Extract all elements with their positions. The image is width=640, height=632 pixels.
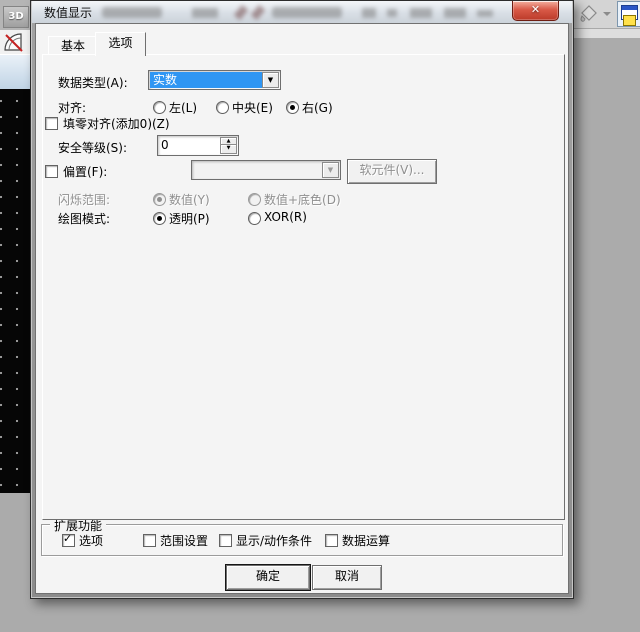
fill-color-dropdown-icon[interactable] (603, 12, 611, 20)
flash-range-label: 闪烁范围: (58, 191, 110, 208)
drawing-canvas[interactable] (0, 89, 33, 493)
titlebar-glass-blur (444, 8, 466, 18)
draw-mode-label: 绘图模式: (58, 210, 110, 227)
radio-align-center-label[interactable]: 中央(E) (232, 99, 273, 116)
data-type-label: 数据类型(A): (58, 74, 128, 91)
window-preview-icon (621, 5, 638, 20)
combo-arrow-icon[interactable]: ▼ (262, 72, 279, 88)
titlebar-glass-blur (192, 8, 218, 18)
ext-operation-label[interactable]: 数据运算 (342, 532, 390, 549)
extended-functions-group: 扩展功能 ✓ 选项 范围设置 显示/动作条件 数据运算 (41, 524, 563, 556)
window-preview-button[interactable] (617, 1, 640, 27)
radio-flash-value (153, 193, 166, 206)
close-icon: ✕ (531, 3, 540, 16)
options-tab-page: 数据类型(A): 实数 ▼ 对齐: 左(L) 中央(E) 右(G) 填零对齐(添… (42, 54, 565, 520)
tab-basic[interactable]: 基本 (48, 36, 98, 55)
radio-flash-value-bg (248, 193, 261, 206)
titlebar-glass-blur (387, 9, 397, 17)
titlebar-glass-blur (272, 7, 342, 18)
fill-color-icon[interactable] (578, 4, 600, 24)
dialog-title: 数值显示 (44, 4, 92, 21)
data-type-combobox[interactable]: 实数 ▼ (148, 70, 281, 90)
titlebar-glass-blur (477, 10, 493, 17)
offset-combobox: ▼ (191, 160, 341, 180)
ext-options-label[interactable]: 选项 (79, 532, 103, 549)
cancel-button[interactable]: 取消 (312, 565, 382, 590)
radio-align-right[interactable] (286, 101, 299, 114)
data-type-value: 实数 (150, 72, 263, 88)
radio-align-center[interactable] (216, 101, 229, 114)
check-icon: ✓ (63, 532, 72, 545)
radio-flash-value-label: 数值(Y) (169, 191, 210, 208)
titlebar-glass-blur (362, 8, 376, 18)
sector-tool-button[interactable] (0, 30, 32, 54)
combo-arrow-icon: ▼ (322, 162, 339, 178)
titlebar-glass-blur (410, 8, 432, 18)
radio-draw-transparent[interactable] (153, 212, 166, 225)
dialog-body: 基本 选项 数据类型(A): 实数 ▼ 对齐: 左(L) 中央(E) 右(G) (35, 23, 569, 594)
security-level-value: 0 (161, 137, 169, 153)
sector-tool-icon (0, 31, 31, 53)
tab-options[interactable]: 选项 (95, 32, 146, 56)
close-button[interactable]: ✕ (512, 1, 559, 21)
radio-align-left-label[interactable]: 左(L) (169, 99, 197, 116)
ext-trigger-checkbox[interactable] (219, 534, 232, 547)
security-level-spinner[interactable]: 0 ▲ ▼ (157, 135, 239, 156)
zero-fill-label[interactable]: 填零对齐(添加0)(Z) (63, 115, 170, 132)
ext-operation-checkbox[interactable] (325, 534, 338, 547)
device-button: 软元件(V)... (347, 159, 437, 184)
titlebar-glass-blur (251, 5, 265, 20)
ok-button[interactable]: 确定 (226, 565, 310, 590)
titlebar-glass-blur (234, 5, 248, 20)
radio-draw-transparent-label[interactable]: 透明(P) (169, 210, 210, 227)
ext-range-checkbox[interactable] (143, 534, 156, 547)
canvas-header-panel (0, 54, 33, 90)
spin-down-icon[interactable]: ▼ (220, 144, 237, 154)
radio-align-right-label[interactable]: 右(G) (302, 99, 333, 116)
radio-flash-value-bg-label: 数值+底色(D) (264, 191, 341, 208)
align-label: 对齐: (58, 99, 86, 116)
toolbar-lower-strip (572, 29, 640, 38)
ext-options-checkbox[interactable]: ✓ (62, 534, 75, 547)
ext-range-label[interactable]: 范围设置 (160, 532, 208, 549)
radio-align-left[interactable] (153, 101, 166, 114)
offset-combo-value (193, 162, 323, 178)
radio-draw-xor[interactable] (248, 212, 261, 225)
dialog-titlebar[interactable]: 数值显示 ✕ (32, 1, 572, 23)
offset-label[interactable]: 偏置(F): (63, 163, 107, 180)
radio-draw-xor-label[interactable]: XOR(R) (264, 210, 307, 224)
zero-fill-checkbox[interactable] (45, 117, 58, 130)
screen: 3D (0, 0, 640, 632)
ext-trigger-label[interactable]: 显示/动作条件 (236, 532, 312, 549)
security-level-label: 安全等级(S): (58, 139, 127, 156)
3d-view-button[interactable]: 3D (3, 6, 29, 28)
titlebar-glass-blur (102, 7, 162, 18)
offset-checkbox[interactable] (45, 165, 58, 178)
numeric-display-dialog: 数值显示 ✕ 基本 选项 数据类型(A): 实数 ▼ 对齐: 左(L) (30, 0, 574, 599)
